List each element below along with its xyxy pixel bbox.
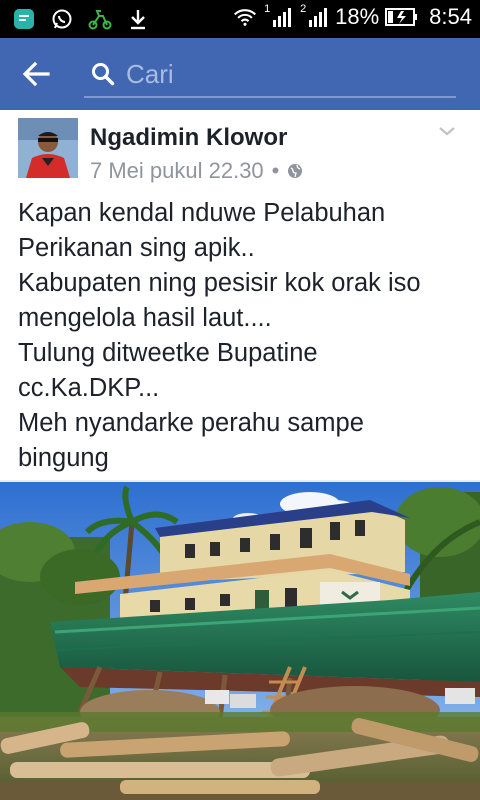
arrow-left-icon [22,61,50,87]
clock: 8:54 [429,4,472,29]
search-bar[interactable] [84,52,456,98]
app-bar [0,38,480,110]
sim1-label: 1 [264,3,271,15]
chevron-down-icon [439,127,455,136]
avatar[interactable] [18,118,78,178]
search-input[interactable] [126,58,426,90]
whatsapp-icon [50,7,74,31]
scooter-icon [88,7,112,31]
post-line: bingung [18,444,109,472]
post-line: mengelola hasil laut.... [18,304,272,332]
post-author[interactable]: Ngadimin Klowor [90,124,287,152]
meta-separator: • [271,158,280,183]
post-line: Meh nyandarke perahu sampe [18,409,364,437]
post-meta: 7 Mei pukul 22.30 • [90,158,303,184]
signal-icon: 1 [263,3,293,29]
post-options-button[interactable] [436,120,458,142]
battery-charging-icon [385,5,419,29]
post-line: Perikanan sing apik.. [18,234,255,262]
sim2-label: 2 [300,3,307,15]
post-line: Kabupaten ning pesisir kok orak iso [18,269,421,297]
globe-icon [288,164,303,178]
post-card: Ngadimin Klowor 7 Mei pukul 22.30 • Kapa… [0,110,480,480]
wifi-icon [233,5,257,29]
post-timestamp[interactable]: 7 Mei pukul 22.30 [90,158,264,184]
signal-icon: 2 [299,3,329,29]
post-line: Kapan kendal nduwe Pelabuhan [18,199,386,227]
post-line: Tulung ditweetke Bupatine [18,339,318,367]
search-icon [92,63,115,86]
back-button[interactable] [20,58,52,90]
post-line: cc.Ka.DKP... [18,374,160,402]
message-icon [12,7,36,31]
download-icon [126,7,150,31]
battery-percent: 18% [335,4,380,29]
post-photo[interactable] [0,482,480,800]
post-body: Kapan kendal nduwe Pelabuhan Perikanan s… [18,196,468,476]
status-bar: 1 2 18% 8:54 [0,0,480,38]
